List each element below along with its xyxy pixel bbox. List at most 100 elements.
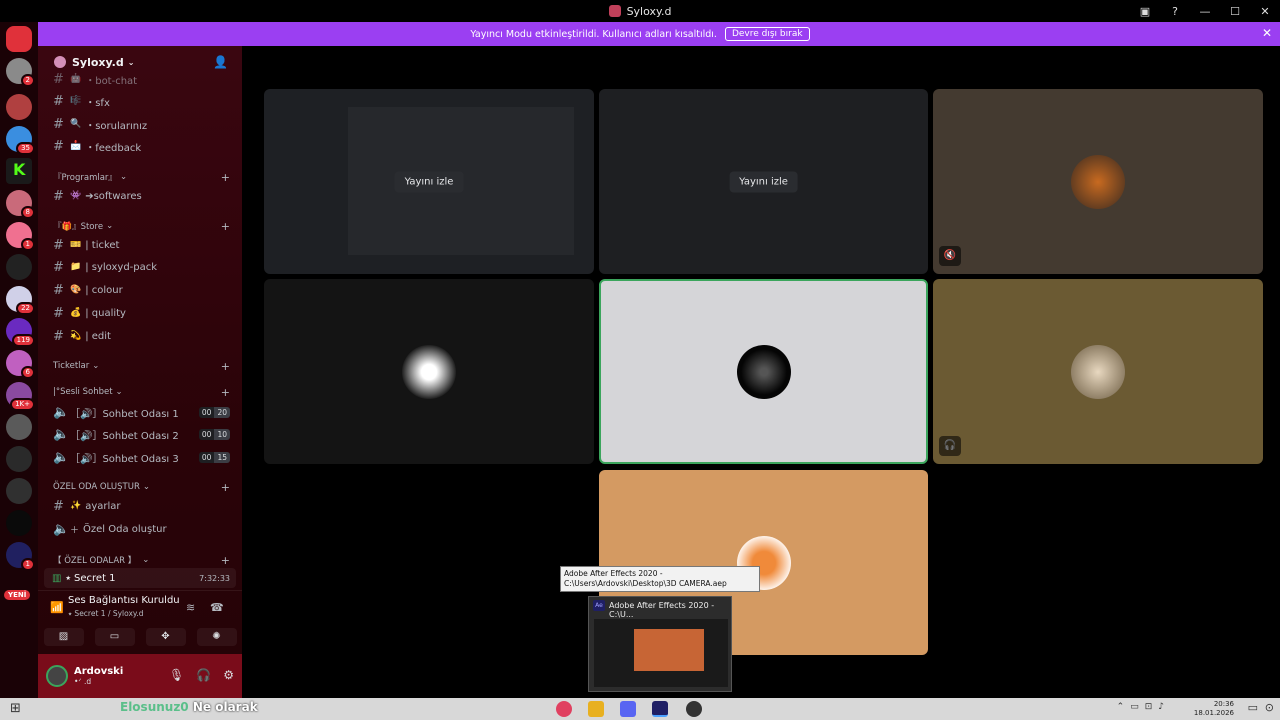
add-channel-icon[interactable]: + [221, 386, 230, 399]
channel-name: ［🔊］Sohbet Odası 2 [70, 430, 179, 442]
category-header[interactable]: ÖZEL ODA OLUŞTUR ⌄ + [38, 479, 242, 495]
system-tray[interactable]: ⌃▭⊡♪ [1117, 702, 1170, 712]
category-header[interactable]: |°Sesli Sohbet ⌄ + [38, 384, 242, 400]
channel-item[interactable]: # 🎨 | colour [38, 280, 242, 300]
window-controls: ▣ ? — ☐ ✕ [1130, 0, 1280, 22]
channel-emoji: 💫 [70, 331, 82, 341]
notification-icon[interactable]: ▭ [1248, 701, 1258, 714]
camera-off-icon[interactable]: ▨ [43, 628, 84, 646]
watch-stream-button[interactable]: Yayını izle [729, 171, 798, 192]
server-icon[interactable]: 6 [6, 350, 35, 379]
server-icon[interactable]: 119 [6, 318, 35, 347]
settings-icon[interactable]: ⊙ [1265, 701, 1274, 714]
add-channel-icon[interactable]: + [221, 360, 230, 373]
active-voice-channel[interactable]: ▥ ⭑ Secret 1 7:32:33 [44, 568, 236, 588]
category-header[interactable]: 【 ÖZEL ODALAR 】 ⌄ + [38, 552, 242, 568]
category-name: |°Sesli Sohbet [53, 387, 113, 397]
inbox-icon[interactable]: ▣ [1130, 5, 1160, 18]
chevron-down-icon: ⌄ [115, 387, 123, 397]
channel-item[interactable]: # 🔍 ・sorularınız [38, 114, 242, 134]
screen-share-icon[interactable]: ▭ [94, 628, 135, 646]
server-icon[interactable]: 1 [6, 542, 35, 571]
file-explorer-icon[interactable] [588, 701, 604, 717]
server-icon[interactable]: 8 [6, 190, 35, 219]
app-icon [608, 5, 621, 17]
clock[interactable]: 20:36 18.01.2026 [1194, 700, 1234, 718]
guild-icon [54, 56, 66, 68]
channel-item[interactable]: # 💫 | edit [38, 326, 242, 346]
disable-streamer-mode-button[interactable]: Devre dışı bırak [724, 27, 810, 41]
channel-item[interactable]: # 💰 | quality [38, 303, 242, 323]
channel-timer: 7:32:33 [199, 573, 230, 583]
noise-suppression-icon[interactable]: ≋ [186, 601, 195, 614]
server-icon[interactable]: 1 [6, 222, 35, 251]
add-channel-icon[interactable]: + [221, 220, 230, 233]
microphone-icon[interactable]: 🎙 [169, 668, 184, 682]
channel-item[interactable]: # ✨ ayarlar [38, 496, 242, 516]
server-icon[interactable]: 22 [6, 286, 35, 315]
voice-channel-item[interactable]: 🔈 ［🔊］Sohbet Odası 2 00 10 [38, 424, 242, 444]
opera-icon[interactable] [556, 701, 572, 717]
participant-tile[interactable]: 🎧 [933, 279, 1263, 464]
minimize-button[interactable]: — [1190, 5, 1220, 18]
watch-stream-button[interactable]: Yayını izle [394, 171, 464, 192]
speaker-icon: 🔈 [53, 426, 70, 442]
headphones-icon[interactable]: 🎧 [196, 668, 211, 682]
after-effects-icon[interactable] [652, 701, 668, 717]
participant-tile[interactable] [264, 279, 594, 464]
channel-item[interactable]: # 🎫 | ticket [38, 235, 242, 255]
stream-tile[interactable]: Yayını izle [264, 89, 594, 274]
add-member-icon[interactable]: 👤 [213, 55, 228, 69]
voice-channel-item[interactable]: 🔈 ［🔊］Sohbet Odası 1 00 20 [38, 402, 242, 422]
close-button[interactable]: ✕ [1250, 5, 1280, 18]
stream-tile[interactable]: Yayını izle [599, 89, 928, 274]
channel-item[interactable]: # 📩 ・feedback [38, 136, 242, 156]
server-icon[interactable] [6, 254, 32, 280]
add-channel-icon[interactable]: + [221, 171, 230, 184]
preview-title: Adobe After Effects 2020 - C:\U... [609, 601, 715, 619]
participant-tile[interactable]: 🔇 [933, 89, 1263, 274]
disconnect-icon[interactable]: ☎ [210, 601, 224, 614]
close-notice-icon[interactable]: ✕ [1262, 26, 1272, 40]
server-icon[interactable]: K [6, 158, 32, 184]
category-header[interactable]: Ticketlar ⌄ + [38, 358, 242, 374]
mention-badge: 2 [20, 74, 35, 87]
maximize-button[interactable]: ☐ [1220, 5, 1250, 18]
add-channel-icon[interactable]: + [221, 554, 230, 567]
server-icon[interactable]: 2 [6, 58, 35, 87]
server-icon[interactable]: 35 [6, 126, 35, 155]
gear-icon[interactable]: ⚙ [223, 668, 234, 682]
server-icon[interactable] [6, 510, 32, 536]
channel-name: ➔softwares [85, 190, 142, 202]
windows-start-icon[interactable]: ⊞ [10, 701, 21, 716]
server-icon[interactable]: 1K+ [6, 382, 35, 411]
channel-emoji: 📁 [70, 262, 82, 272]
discord-home-icon[interactable] [6, 26, 32, 52]
channel-item[interactable]: # 🎼 ・sfx [38, 91, 242, 111]
notice-text: Yayıncı Modu etkinleştirildi. Kullanıcı … [470, 28, 717, 40]
server-icon[interactable] [6, 446, 32, 472]
soundboard-icon[interactable]: ✺ [196, 628, 237, 646]
chevron-down-icon: ⌄ [92, 361, 100, 371]
kick-logo-icon: K [13, 160, 26, 179]
voice-channel-item[interactable]: 🔈 ［🔊］Sohbet Odası 3 00 15 [38, 447, 242, 467]
participant-tile-speaking[interactable] [599, 279, 928, 464]
category-header[interactable]: 『Programlar』 ⌄ + [38, 169, 242, 185]
server-icon[interactable] [6, 94, 32, 120]
server-icon[interactable] [6, 478, 32, 504]
avatar [1071, 344, 1125, 399]
mention-badge: 119 [11, 334, 35, 347]
activities-icon[interactable]: ✥ [145, 628, 186, 646]
channel-item[interactable]: # 👾 ➔softwares [38, 186, 242, 206]
add-channel-icon[interactable]: + [221, 481, 230, 494]
taskbar-window-preview[interactable]: Ae Adobe After Effects 2020 - C:\U... [588, 596, 732, 692]
channel-item[interactable]: # 📁 | syloxyd-pack [38, 257, 242, 277]
channel-item[interactable]: # 🤖 ・bot-chat [38, 69, 242, 89]
server-icon[interactable] [6, 414, 32, 440]
avatar[interactable] [46, 665, 68, 687]
category-header[interactable]: 『🎁』Store ⌄ + [38, 218, 242, 234]
voice-channel-item[interactable]: 🔈 ＋ Özel Oda oluştur [38, 519, 242, 539]
help-icon[interactable]: ? [1160, 5, 1190, 18]
discord-icon[interactable] [620, 701, 636, 717]
obs-icon[interactable] [686, 701, 702, 717]
